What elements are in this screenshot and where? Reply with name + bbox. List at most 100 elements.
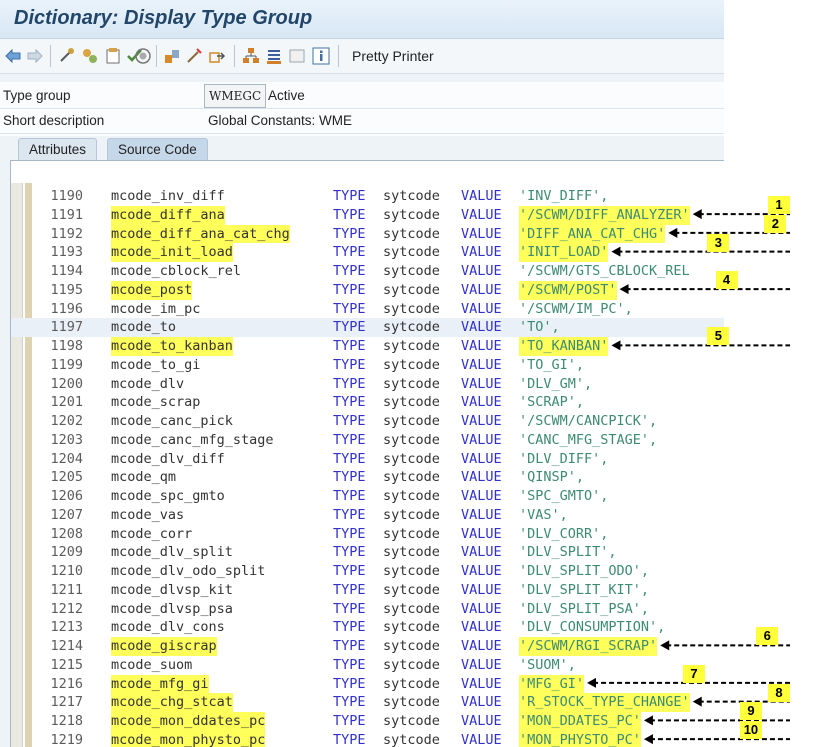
- navigation-icon[interactable]: [208, 47, 226, 65]
- info-icon[interactable]: [312, 47, 330, 65]
- keyword-type: TYPE: [333, 450, 366, 467]
- code-line[interactable]: 1207 mcode_vas TYPE sytcode VALUE 'VAS',: [11, 506, 724, 525]
- short-description-row: Short description Global Constants: WME: [0, 109, 724, 134]
- display-change-icon[interactable]: [81, 47, 99, 65]
- string-literal: 'DLV_SPLIT_ODO',: [519, 563, 650, 579]
- back-arrow-icon[interactable]: [4, 47, 22, 65]
- type-name: sytcode: [383, 506, 440, 523]
- keyword-type: TYPE: [333, 600, 366, 617]
- line-number: 1200: [50, 375, 83, 392]
- string-literal: 'SPC_GMTO',: [519, 488, 609, 504]
- tab-strip: Attributes Source Code: [0, 136, 724, 161]
- type-name: sytcode: [383, 413, 440, 429]
- code-line[interactable]: 1199 mcode_to_gi TYPE sytcode VALUE 'TO_GI',: [11, 356, 724, 375]
- line-number: 1206: [50, 488, 83, 504]
- annotation-number-badge: 6: [756, 627, 779, 646]
- annotation-number-badge: 2: [764, 214, 787, 233]
- code-line[interactable]: 1205 mcode_qm TYPE sytcode VALUE 'QINSP',: [11, 468, 724, 487]
- hierarchy-icon[interactable]: [242, 47, 260, 65]
- code-line[interactable]: 1214 mcode_giscrap TYPE sytcode VALUE '/SCWM/…: [11, 637, 724, 656]
- constant-name: mcode_inv_diff: [111, 188, 225, 204]
- string-literal: 'MON_DDATES_PC': [519, 712, 641, 731]
- type-group-field[interactable]: WMEGC: [204, 84, 267, 108]
- activate-icon[interactable]: [134, 47, 152, 65]
- code-line[interactable]: 1193 mcode_init_load TYPE sytcode VALUE 'INIT…: [11, 243, 724, 262]
- code-line[interactable]: 1200 mcode_dlv TYPE sytcode VALUE 'DLV_GM',: [11, 375, 724, 394]
- keyword-value: VALUE: [461, 300, 502, 317]
- constant-name: mcode_canc_mfg_stage: [111, 431, 274, 448]
- constant-name: mcode_diff_ana_cat_chg: [111, 224, 290, 244]
- code-line[interactable]: 1194 mcode_cblock_rel TYPE sytcode VALUE '/SC…: [11, 262, 724, 281]
- keyword-value: VALUE: [461, 544, 502, 561]
- display-object-icon[interactable]: [288, 47, 306, 65]
- code-line[interactable]: 1217 mcode_chg_stcat TYPE sytcode VALUE 'R_ST…: [11, 693, 724, 712]
- code-line[interactable]: 1203 mcode_canc_mfg_stage TYPE sytcode VALUE…: [11, 431, 724, 450]
- type-group-row: Type group WMEGC Active: [0, 84, 724, 109]
- code-line[interactable]: 1192 mcode_diff_ana_cat_chg TYPE sytcode VAL…: [11, 224, 724, 244]
- code-line[interactable]: 1219 mcode_mon_physto_pc TYPE sytcode VALUE '…: [11, 730, 724, 747]
- type-name: sytcode: [383, 619, 440, 636]
- code-line[interactable]: 1204 mcode_dlv_diff TYPE sytcode VALUE 'DLV_D…: [11, 450, 724, 469]
- code-line[interactable]: 1210 mcode_dlv_odo_split TYPE sytcode VALUE '…: [11, 562, 724, 581]
- line-number: 1202: [50, 413, 83, 429]
- type-name: sytcode: [383, 319, 440, 336]
- line-number: 1209: [50, 544, 83, 561]
- tab-attributes[interactable]: Attributes: [18, 138, 98, 161]
- keyword-value: VALUE: [461, 694, 502, 711]
- string-literal: 'TO',: [519, 319, 560, 336]
- keyword-type: TYPE: [333, 375, 366, 392]
- code-line[interactable]: 1216 mcode_mfg_gi TYPE sytcode VALUE 'MFG_GI': [11, 674, 724, 694]
- type-name: sytcode: [383, 675, 440, 692]
- type-name: sytcode: [383, 563, 440, 579]
- keyword-type: TYPE: [333, 488, 366, 504]
- keyword-type: TYPE: [333, 413, 366, 429]
- keyword-type: TYPE: [333, 656, 366, 673]
- string-literal: '/SCWM/GTS_CBLOCK_REL: [519, 263, 690, 279]
- code-line[interactable]: 1197 mcode_to TYPE sytcode VALUE 'TO',: [11, 318, 724, 337]
- code-line[interactable]: 1218 mcode_mon_ddates_pc TYPE sytcode VALUE '…: [11, 712, 724, 731]
- object-list-icon[interactable]: [185, 47, 203, 65]
- tab-source-code[interactable]: Source Code: [107, 138, 208, 161]
- source-code-editor[interactable]: 1190 mcode_inv_diff TYPE sytcode VALUE 'INV_D…: [10, 160, 724, 747]
- line-number: 1210: [50, 563, 83, 579]
- code-line[interactable]: 1209 mcode_dlv_split TYPE sytcode VALUE 'DLV_…: [11, 543, 724, 562]
- code-line[interactable]: 1202 mcode_canc_pick TYPE sytcode VALUE '/SCW…: [11, 412, 724, 431]
- active-inactive-icon[interactable]: [104, 47, 122, 65]
- code-line[interactable]: 1198 mcode_to_kanban TYPE sytcode VALUE 'TO_K…: [11, 337, 724, 356]
- code-line[interactable]: 1201 mcode_scrap TYPE sytcode VALUE 'SCRAP',: [11, 393, 724, 412]
- constant-name: mcode_dlv_split: [111, 544, 233, 561]
- code-line[interactable]: 1212 mcode_dlvsp_psa TYPE sytcode VALUE 'DLV_…: [11, 600, 724, 619]
- keyword-type: TYPE: [333, 675, 366, 692]
- other-object-icon[interactable]: [58, 47, 76, 65]
- code-line[interactable]: 1196 mcode_im_pc TYPE sytcode VALUE '/SCWM/IM…: [11, 300, 724, 319]
- constant-name: mcode_giscrap: [111, 637, 217, 656]
- where-used-icon[interactable]: [163, 47, 181, 65]
- code-line[interactable]: 1206 mcode_spc_gmto TYPE sytcode VALUE 'SPC_G…: [11, 487, 724, 506]
- line-number: 1196: [50, 300, 83, 317]
- forward-arrow-icon[interactable]: [26, 47, 44, 65]
- code-line[interactable]: 1208 mcode_corr TYPE sytcode VALUE 'DLV_CORR'…: [11, 525, 724, 544]
- string-literal: 'DLV_CORR',: [519, 525, 609, 542]
- code-line[interactable]: 1213 mcode_dlv_cons TYPE sytcode VALUE 'DLV_C…: [11, 618, 724, 637]
- constant-name: mcode_corr: [111, 525, 193, 542]
- string-literal: 'DLV_DIFF',: [519, 450, 609, 467]
- string-literal: 'DLV_SPLIT_PSA',: [519, 600, 650, 617]
- code-line[interactable]: 1215 mcode_suom TYPE sytcode VALUE 'SUOM',: [11, 656, 724, 675]
- keyword-value: VALUE: [461, 525, 502, 542]
- pretty-printer-button[interactable]: Pretty Printer: [352, 48, 434, 64]
- string-literal: 'VAS',: [519, 506, 568, 523]
- string-literal: 'MFG_GI': [519, 674, 585, 694]
- string-literal: 'SUOM',: [519, 656, 576, 673]
- code-line[interactable]: 1211 mcode_dlvsp_kit TYPE sytcode VALUE 'DLV_…: [11, 581, 724, 600]
- constant-name: mcode_scrap: [111, 394, 201, 411]
- constant-name: mcode_mon_physto_pc: [111, 730, 266, 747]
- constant-name: mcode_to_gi: [111, 356, 201, 373]
- type-name: sytcode: [383, 450, 440, 467]
- keyword-type: TYPE: [333, 338, 366, 354]
- code-line[interactable]: 1191 mcode_diff_ana TYPE sytcode VALUE '/SCWM…: [11, 205, 724, 225]
- code-line[interactable]: 1195 mcode_post TYPE sytcode VALUE '/SCWM/POS…: [11, 280, 724, 300]
- string-literal: 'TO_KANBAN': [519, 337, 609, 356]
- code-line[interactable]: 1190 mcode_inv_diff TYPE sytcode VALUE 'INV_D…: [11, 187, 724, 206]
- documentation-icon[interactable]: [265, 47, 283, 65]
- type-name: sytcode: [383, 394, 440, 411]
